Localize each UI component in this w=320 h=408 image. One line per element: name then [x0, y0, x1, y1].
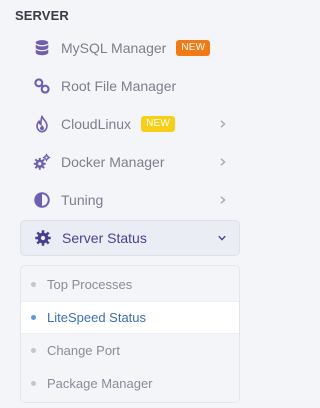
menu-item-server-status[interactable]: Server Status: [20, 220, 240, 256]
bullet-dot-icon: [31, 348, 36, 353]
link-icon: [32, 76, 52, 96]
menu-item-mysql-manager[interactable]: MySQL Manager NEW: [20, 30, 240, 66]
submenu-item-litespeed-status[interactable]: LiteSpeed Status: [21, 301, 239, 334]
bullet-dot-icon: [31, 381, 36, 386]
submenu-item-label: Top Processes: [47, 277, 133, 292]
submenu-item-label: Change Port: [47, 343, 120, 358]
menu-item-docker-manager[interactable]: Docker Manager: [20, 144, 240, 180]
menu-item-label: Root File Manager: [61, 78, 177, 94]
server-status-submenu: Top Processes LiteSpeed Status Change Po…: [20, 265, 240, 403]
menu-item-tuning[interactable]: Tuning: [20, 182, 240, 218]
section-title: SERVER: [15, 8, 69, 23]
submenu-item-label: Package Manager: [47, 376, 153, 391]
menu-item-label: CloudLinux: [61, 116, 132, 132]
menu-item-label: Server Status: [62, 230, 147, 246]
chevron-right-icon: [218, 195, 228, 205]
menu-item-cloudlinux[interactable]: CloudLinux NEW: [20, 106, 240, 142]
gear-icon: [33, 228, 53, 248]
chevron-right-icon: [218, 157, 228, 167]
submenu-item-change-port[interactable]: Change Port: [21, 334, 239, 367]
database-icon: [32, 38, 52, 58]
new-badge: NEW: [141, 116, 175, 132]
chevron-right-icon: [218, 119, 228, 129]
bullet-dot-icon: [31, 315, 36, 320]
half-circle-icon: [32, 190, 52, 210]
submenu-item-package-manager[interactable]: Package Manager: [21, 367, 239, 400]
new-badge: NEW: [176, 40, 211, 56]
menu-item-label: MySQL Manager: [61, 40, 167, 56]
menu-item-label: Tuning: [61, 192, 104, 208]
menu-item-label: Docker Manager: [61, 154, 165, 170]
bullet-dot-icon: [31, 282, 36, 287]
menu-item-root-file-manager[interactable]: Root File Manager: [20, 68, 240, 104]
gears-icon: [32, 152, 52, 172]
flame-icon: [32, 114, 52, 134]
chevron-down-icon: [217, 233, 227, 243]
submenu-item-label: LiteSpeed Status: [47, 310, 147, 325]
submenu-item-top-processes[interactable]: Top Processes: [21, 268, 239, 301]
server-menu: MySQL Manager NEW Root File Manager Clou…: [20, 30, 240, 258]
